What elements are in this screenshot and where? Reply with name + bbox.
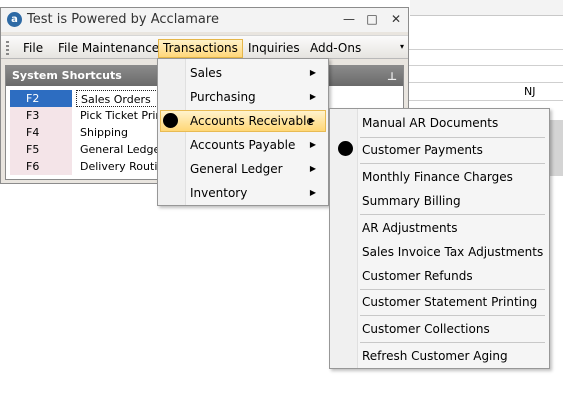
shortcut-label: Delivery Routing: [80, 160, 166, 173]
menu-item-sales-invoice-tax-adjustments[interactable]: Sales Invoice Tax Adjustments: [332, 241, 547, 263]
menu-item-label: Accounts Payable: [190, 138, 296, 152]
pin-icon[interactable]: ⊥: [387, 67, 397, 87]
grid-line: [404, 65, 563, 66]
menu-item-summary-billing[interactable]: Summary Billing: [332, 190, 547, 212]
menu-item-general-ledger[interactable]: General Ledger ▶: [160, 158, 326, 180]
menu-item-accounts-receivable[interactable]: Accounts Receivable ▶: [160, 110, 326, 132]
menu-item-customer-payments[interactable]: Customer Payments: [332, 139, 547, 161]
menu-separator: [360, 214, 545, 215]
title-bar: a Test is Powered by Acclamare — □ ✕: [1, 8, 408, 32]
menu-item-customer-collections[interactable]: Customer Collections: [332, 318, 547, 340]
submenu-arrow-icon: ▶: [309, 188, 316, 197]
menu-item-purchasing[interactable]: Purchasing ▶: [160, 86, 326, 108]
maximize-button[interactable]: □: [362, 11, 382, 27]
submenu-arrow-icon: ▶: [309, 140, 316, 149]
menu-overflow-icon[interactable]: ▾: [400, 42, 404, 51]
shortcut-key: F2: [10, 90, 72, 107]
menu-item-label: General Ledger: [190, 162, 283, 176]
menu-item-customer-statement-printing[interactable]: Customer Statement Printing: [332, 291, 547, 313]
shortcut-label: Shipping: [80, 126, 128, 139]
grid-line: [404, 82, 563, 83]
background-strip: [549, 120, 563, 176]
menu-item-customer-refunds[interactable]: Customer Refunds: [332, 265, 547, 287]
menu-file-maintenance[interactable]: File Maintenance: [54, 40, 163, 57]
transactions-menu: Sales ▶ Purchasing ▶ Accounts Receivable…: [157, 58, 329, 206]
menu-item-ar-adjustments[interactable]: AR Adjustments: [332, 217, 547, 239]
minimize-button[interactable]: —: [339, 11, 359, 27]
shortcut-label: Sales Orders: [76, 90, 166, 107]
acclamare-logo-icon: a: [7, 12, 22, 27]
menu-item-label: Purchasing: [190, 90, 256, 104]
menu-separator: [360, 342, 545, 343]
submenu-arrow-icon: ▶: [309, 164, 316, 173]
close-button[interactable]: ✕: [386, 11, 406, 27]
menu-add-ons[interactable]: Add-Ons: [306, 40, 365, 57]
submenu-arrow-icon: ▶: [308, 116, 315, 125]
menu-separator: [360, 163, 545, 164]
shortcut-key: F6: [10, 158, 72, 175]
menu-file[interactable]: File: [19, 40, 47, 57]
shortcut-label: Pick Ticket Printi: [80, 109, 166, 122]
grid-line: [404, 49, 563, 50]
menu-item-manual-ar-documents[interactable]: Manual AR Documents: [332, 112, 547, 134]
menu-item-label: Inventory: [190, 186, 248, 200]
menu-item-accounts-payable[interactable]: Accounts Payable ▶: [160, 134, 326, 156]
menu-item-label: Sales: [190, 66, 222, 80]
menu-inquiries[interactable]: Inquiries: [244, 40, 304, 57]
submenu-arrow-icon: ▶: [309, 92, 316, 101]
menu-separator: [360, 315, 545, 316]
shortcut-key: F5: [10, 141, 72, 158]
shortcut-key: F4: [10, 124, 72, 141]
shortcut-label: General Ledger: [80, 143, 165, 156]
window-title: Test is Powered by Acclamare: [27, 12, 219, 27]
annotation-bullet-icon: [338, 141, 353, 156]
menu-item-inventory[interactable]: Inventory ▶: [160, 182, 326, 204]
menu-item-refresh-customer-aging[interactable]: Refresh Customer Aging: [332, 345, 547, 367]
state-cell[interactable]: NJ: [524, 85, 535, 98]
menu-bar: File File Maintenance Transactions Inqui…: [1, 35, 408, 59]
accounts-receivable-submenu: Manual AR Documents Customer Payments Mo…: [329, 108, 550, 369]
grid-line: [404, 100, 563, 101]
submenu-arrow-icon: ▶: [309, 68, 316, 77]
background-toolbar: [410, 0, 563, 16]
menu-item-monthly-finance-charges[interactable]: Monthly Finance Charges: [332, 166, 547, 188]
menu-separator: [360, 137, 545, 138]
shortcut-key: F3: [10, 107, 72, 124]
menu-separator: [360, 289, 545, 290]
toolbar-grip-icon[interactable]: [6, 41, 9, 55]
menu-item-label: Accounts Receivable: [190, 114, 314, 128]
menu-transactions[interactable]: Transactions: [158, 39, 243, 58]
annotation-bullet-icon: [163, 113, 178, 128]
menu-item-sales[interactable]: Sales ▶: [160, 62, 326, 84]
panel-title: System Shortcuts: [12, 69, 122, 82]
